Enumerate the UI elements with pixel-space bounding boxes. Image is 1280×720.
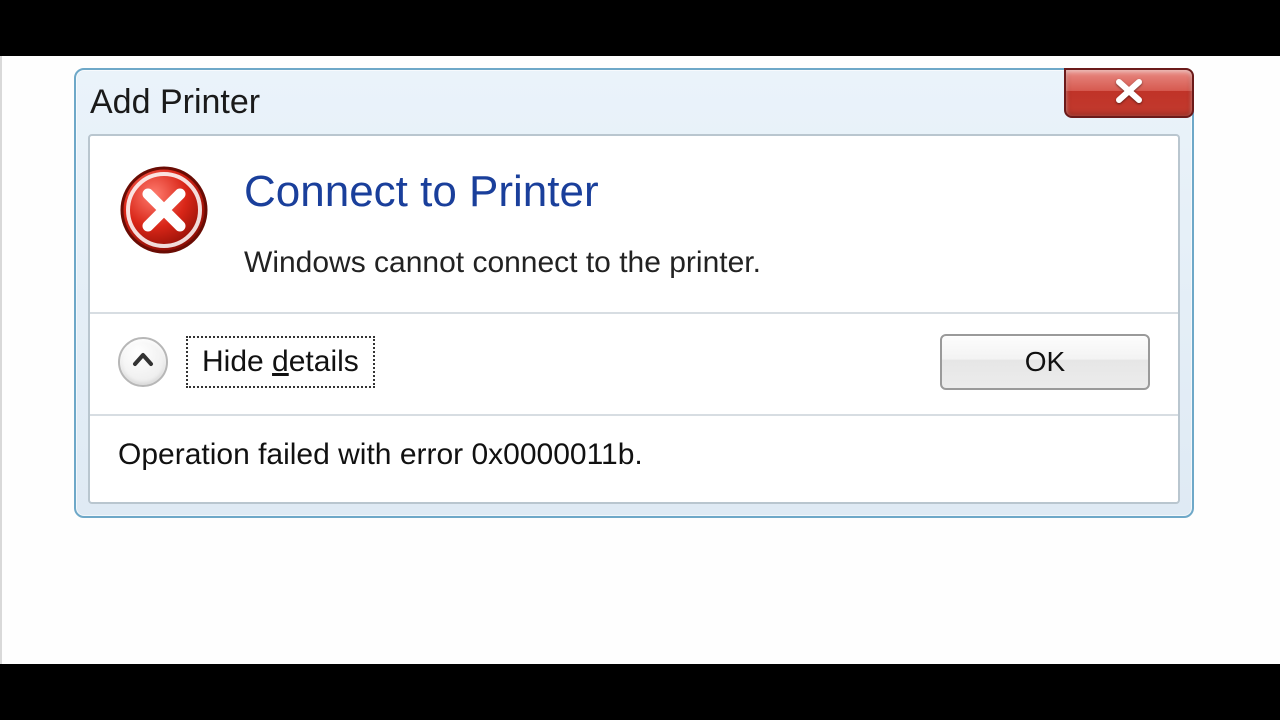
page-background: Add Printer — [0, 56, 1280, 664]
dialog-window: Add Printer — [74, 68, 1194, 518]
actions-row: Hide details OK — [90, 314, 1178, 414]
window-title: Add Printer — [90, 83, 260, 122]
message-column: Connect to Printer Windows cannot connec… — [244, 164, 1150, 280]
details-text: Operation failed with error 0x0000011b. — [118, 438, 643, 471]
error-icon — [118, 164, 210, 261]
message-section: Connect to Printer Windows cannot connec… — [90, 136, 1178, 312]
dialog-heading: Connect to Printer — [244, 168, 1150, 216]
close-button[interactable] — [1064, 68, 1194, 118]
toggle-details-button[interactable] — [118, 337, 168, 387]
dialog-message: Windows cannot connect to the printer. — [244, 246, 1150, 280]
toggle-details-link[interactable]: Hide details — [186, 336, 375, 388]
dialog-client-area: Connect to Printer Windows cannot connec… — [88, 134, 1180, 504]
chevron-up-icon — [131, 348, 155, 377]
details-section: Operation failed with error 0x0000011b. — [90, 416, 1178, 502]
ok-button[interactable]: OK — [940, 334, 1150, 390]
close-icon — [1109, 78, 1149, 109]
title-bar[interactable]: Add Printer — [76, 70, 1192, 134]
toggle-details-label: Hide details — [202, 345, 359, 378]
